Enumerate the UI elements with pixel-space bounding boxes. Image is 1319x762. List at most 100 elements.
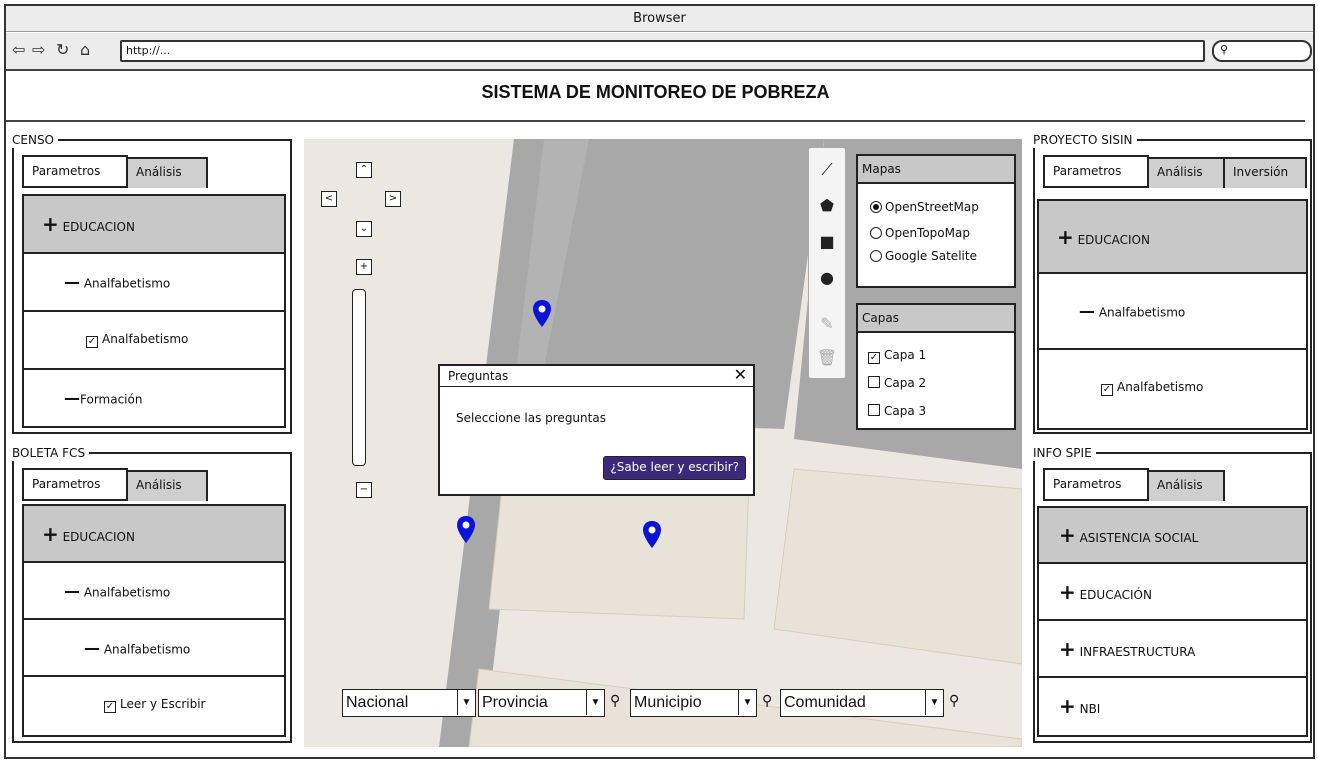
edit-icon[interactable]: ✎ [809,306,845,342]
chevron-down-icon[interactable]: ▼ [925,690,943,715]
pan-left-button[interactable]: < [321,191,337,207]
checkbox-icon[interactable] [868,404,880,416]
dialog-header: Preguntas ✕ [440,365,753,387]
search-icon[interactable]: ⚲ [762,693,772,709]
chevron-down-icon[interactable]: ▼ [457,690,475,715]
boleta-tree: + EDUCACION — Analfabetismo — Analfabeti… [22,504,286,737]
close-icon[interactable]: ✕ [734,365,747,385]
pan-up-button[interactable]: ⌃ [356,162,372,178]
tree-row-nbi[interactable]: + NBI [1039,678,1306,733]
checkbox-checked-icon[interactable]: ✓ [104,701,116,713]
checkbox-checked-icon[interactable]: ✓ [86,336,98,348]
checkbox-icon[interactable] [868,376,880,388]
zoom-in-button[interactable]: + [356,259,372,275]
zoom-out-button[interactable]: − [356,482,372,498]
tree-row-analfabetismo-check[interactable]: ✓ Analfabetismo [1039,350,1306,426]
radio-selected-icon[interactable] [870,201,882,213]
tab-parametros[interactable]: Parametros [1043,468,1149,501]
back-icon[interactable]: ⇦ [12,39,25,61]
nacional-select[interactable]: Nacional ▼ [342,689,476,717]
select-value: Comunidad [784,694,866,711]
sabe-leer-escribir-button[interactable]: ¿Sabe leer y escribir? [603,456,746,480]
chevron-down-icon[interactable]: ▼ [738,690,756,715]
search-icon: ⚲ [1220,43,1229,56]
draw-polygon-icon[interactable]: ⬟ [809,188,845,224]
plus-icon: + [1059,693,1076,718]
tree-row-educacion[interactable]: + EDUCACION [24,196,284,254]
tab-analisis[interactable]: Análisis [126,470,208,501]
tree-row-educacion[interactable]: + EDUCACION [1039,201,1306,274]
draw-circle-icon[interactable]: ● [809,260,845,296]
tab-analisis[interactable]: Análisis [1147,470,1225,501]
censo-panel: CENSO Parametros Análisis + EDUCACION — … [12,132,292,434]
reload-icon[interactable]: ↻ [56,39,69,61]
tab-analisis[interactable]: Análisis [1147,157,1225,188]
radio-google-satelite[interactable]: Google Satelite [870,243,1014,269]
comunidad-select[interactable]: Comunidad ▼ [780,689,944,717]
row-label: Analfabetismo [83,276,171,291]
map-pin-icon[interactable] [531,299,553,329]
draw-toolbar: ⟋ ⬟ ■ ● ✎ 🗑 [808,147,846,379]
trash-icon[interactable]: 🗑 [809,340,845,376]
map-pin-icon[interactable] [455,515,477,545]
tab-parametros[interactable]: Parametros [1043,155,1149,188]
checkbox-checked-icon[interactable]: ✓ [1101,384,1113,396]
checkbox-checked-icon[interactable]: ✓ [868,352,880,364]
plus-icon: + [1059,523,1076,547]
tree-row-analfabetismo[interactable]: — Analfabetismo [24,254,284,312]
tab-analisis[interactable]: Análisis [126,157,208,188]
minus-icon: — [64,581,80,600]
map-pin-icon[interactable] [641,520,663,550]
layer-capa-3[interactable]: Capa 3 [868,397,1014,425]
tree-row-educacion[interactable]: + EDUCACIÓN [1039,564,1306,621]
row-label: Analfabetismo [1117,380,1204,394]
boleta-label: BOLETA FCS [12,445,90,461]
municipio-select[interactable]: Municipio ▼ [630,689,757,717]
radio-icon[interactable] [870,227,882,239]
sisin-label: PROYECTO SISIN [1033,132,1137,148]
search-icon[interactable]: ⚲ [610,693,620,709]
tab-parametros[interactable]: Parametros [22,468,128,501]
browser-title: Browser [6,6,1313,32]
tree-row-formacion[interactable]: —Formación [24,370,284,426]
select-value: Provincia [482,694,548,711]
chevron-down-icon[interactable]: ▼ [586,690,604,715]
preguntas-dialog: Preguntas ✕ Seleccione las preguntas ¿Sa… [438,364,755,496]
dialog-title: Preguntas [448,369,509,383]
tree-row-analfabetismo-sub[interactable]: — Analfabetismo [24,620,284,677]
row-label: Analfabetismo [102,332,189,346]
provincia-select[interactable]: Provincia ▼ [478,689,605,717]
url-field[interactable]: http://... [120,40,1205,62]
tab-inversion[interactable]: Inversión [1223,157,1307,188]
tree-row-analfabetismo[interactable]: — Analfabetismo [1039,274,1306,350]
forward-icon[interactable]: ⇨ [32,39,45,61]
tree-row-analfabetismo-check[interactable]: ✓ Analfabetismo [24,312,284,370]
search-icon[interactable]: ⚲ [949,693,959,709]
home-icon[interactable]: ⌂ [80,39,90,61]
radio-openstreetmap[interactable]: OpenStreetMap [870,194,1014,220]
radio-icon[interactable] [870,250,882,262]
zoom-slider[interactable] [352,289,366,466]
page-title: SISTEMA DE MONITOREO DE POBREZA [481,82,830,102]
row-label: Analfabetismo [103,642,191,656]
row-label: Analfabetismo [1098,305,1186,320]
plus-icon: + [1057,224,1074,249]
tree-row-asistencia-social[interactable]: + ASISTENCIA SOCIAL [1039,508,1306,564]
tree-row-educacion[interactable]: + EDUCACION [24,506,284,563]
draw-rectangle-icon[interactable]: ■ [809,224,845,260]
layer-capa-2[interactable]: Capa 2 [868,369,1014,397]
tree-row-analfabetismo[interactable]: — Analfabetismo [24,563,284,620]
capas-panel: Capas ✓ Capa 1 Capa 2 Capa 3 [856,303,1016,430]
plus-icon: + [42,521,59,546]
draw-line-icon[interactable]: ⟋ [809,152,845,188]
mapas-panel: Mapas OpenStreetMap OpenTopoMap Google S… [856,154,1016,288]
tree-row-leer-escribir[interactable]: ✓ Leer y Escribir [24,677,284,733]
tab-parametros[interactable]: Parametros [22,155,128,188]
pan-down-button[interactable]: ⌄ [356,221,372,237]
map-block [773,468,1022,665]
capas-title: Capas [858,305,1014,333]
layer-capa-1[interactable]: ✓ Capa 1 [868,341,1014,369]
browser-search-field[interactable]: ⚲ [1212,40,1312,62]
pan-right-button[interactable]: > [385,191,401,207]
tree-row-infraestructura[interactable]: + INFRAESTRUCTURA [1039,621,1306,678]
